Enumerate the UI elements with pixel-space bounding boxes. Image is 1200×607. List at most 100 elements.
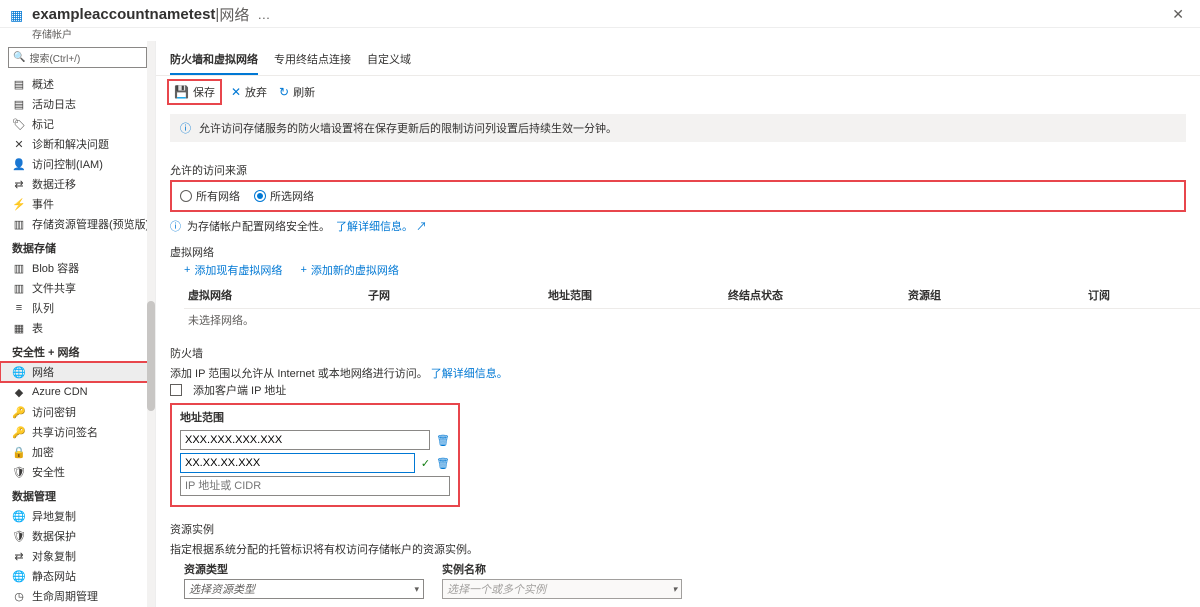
chevron-down-icon: ▾ [672,584,677,595]
sidebar-item-containers[interactable]: ▥Blob 容器 [0,258,155,278]
sidebar-item-geo-replication[interactable]: 🌐异地复制 [0,506,155,526]
access-group-highlight: 所有网络 所选网络 [170,180,1186,212]
sidebar-search[interactable]: 🔍 搜索(Ctrl+/) [8,47,147,68]
sidebar-item-lifecycle[interactable]: ◷生命周期管理 [0,586,155,606]
ip-row-1: 🗑 [180,430,450,450]
sidebar-item-storage-explorer[interactable]: ▥存储资源管理器(预览版) [0,214,155,234]
chevron-down-icon: ▾ [414,584,419,595]
radio-all-networks[interactable]: 所有网络 [180,188,240,204]
overview-icon: ▤ [12,78,26,91]
col-endpoint: 终结点状态 [724,284,904,309]
activity-log-icon: ▤ [12,98,26,111]
ip-range-highlight: 地址范围 🗑 ✓ 🗑 [170,403,460,507]
ip-input-1[interactable] [180,430,430,450]
sidebar-item-sas[interactable]: 🔑共享访问签名 [0,422,155,442]
vnet-table: 虚拟网络 子网 地址范围 终结点状态 资源组 订阅 未选择网络。 [184,284,1200,331]
ri-title: 资源实例 [156,515,1200,537]
sidebar-item-activity-log[interactable]: ▤活动日志 [0,94,155,114]
page-name: 网络 [219,4,249,25]
more-button[interactable]: … [257,7,270,22]
toolbar: 💾 保存 ✕ 放弃 ↻ 刷新 [156,76,1200,104]
access-title: 允许的访问来源 [170,162,1186,178]
resource-type-select[interactable]: 选择资源类型 ▾ [184,579,424,599]
ri-col-type: 资源类型 [184,561,424,579]
radio-off-icon [180,190,192,202]
info-icon: ⓘ [180,120,191,136]
security-tip: ⓘ 为存储帐户配置网络安全性。 了解详细信息。 ↗ [156,214,1200,238]
ip-row-2: ✓ 🗑 [180,453,450,473]
sidebar: 🔍 搜索(Ctrl+/) ▤概述 ▤活动日志 🏷标记 ✕诊断和解决问题 👤访问控… [0,41,156,607]
save-button[interactable]: 💾 保存 [170,82,219,102]
queues-icon: ≡ [12,302,26,314]
sidebar-item-migration[interactable]: ⇄数据迁移 [0,174,155,194]
tab-firewall-vnet[interactable]: 防火墙和虚拟网络 [170,47,258,75]
info-text: 允许访问存储服务的防火墙设置将在保存更新后的限制访问列设置后持续生效一分钟。 [199,120,617,136]
sidebar-item-encryption[interactable]: 🔒加密 [0,442,155,462]
vnet-title: 虚拟网络 [156,238,1200,260]
save-icon: 💾 [174,85,189,99]
resource-type: 存储帐户 [0,26,1200,41]
check-icon: ✓ [421,457,430,470]
sidebar-item-networking[interactable]: 🌐网络 [0,362,155,382]
info-icon: ⓘ [170,218,181,234]
blade-header: ▦ exampleaccountnametest | 网络 … ✕ [0,0,1200,28]
instance-name-select[interactable]: 选择一个或多个实例 ▾ [442,579,682,599]
refresh-icon: ↻ [279,85,289,99]
cdn-icon: ◆ [12,386,26,399]
ri-desc: 指定根据系统分配的托管标识将有权访问存储帐户的资源实例。 [156,541,1200,557]
sidebar-item-iam[interactable]: 👤访问控制(IAM) [0,154,155,174]
delete-icon[interactable]: 🗑 [436,434,450,447]
col-vnet: 虚拟网络 [184,284,364,309]
tab-private-endpoints[interactable]: 专用终结点连接 [274,47,351,75]
containers-icon: ▥ [12,262,26,275]
storage-account-icon: ▦ [10,7,26,23]
ip-input-new[interactable] [180,476,450,496]
sidebar-item-data-protection[interactable]: 🛡数据保护 [0,526,155,546]
access-keys-icon: 🔑 [12,406,26,419]
group-data-mgmt: 数据管理 [0,482,155,506]
tab-custom-domain[interactable]: 自定义域 [367,47,411,75]
learn-more-link[interactable]: 了解详细信息。 ↗ [336,218,427,234]
search-placeholder: 搜索(Ctrl+/) [29,50,80,65]
sidebar-item-cdn[interactable]: ◆Azure CDN [0,382,155,402]
add-existing-vnet[interactable]: +添加现有虚拟网络 [184,262,282,278]
tabs: 防火墙和虚拟网络 专用终结点连接 自定义域 [156,41,1200,76]
search-icon: 🔍 [13,52,25,63]
col-rg: 资源组 [904,284,1084,309]
geo-icon: 🌐 [12,510,26,523]
sidebar-item-file-shares[interactable]: ▥文件共享 [0,278,155,298]
ip-input-2[interactable] [180,453,415,473]
fw-desc: 添加 IP 范围以允许从 Internet 或本地网络进行访问。 了解详细信息。 [156,365,1200,381]
sidebar-item-overview[interactable]: ▤概述 [0,74,155,94]
add-new-vnet[interactable]: +添加新的虚拟网络 [300,262,398,278]
ri-col-name: 实例名称 [442,561,682,579]
fw-learn-more[interactable]: 了解详细信息。 [431,368,508,380]
sidebar-item-tables[interactable]: ▦表 [0,318,155,338]
ip-row-3 [180,476,450,496]
add-client-ip-row[interactable]: 添加客户端 IP 地址 [156,381,1200,399]
lifecycle-icon: ◷ [12,590,26,603]
delete-icon[interactable]: 🗑 [436,457,450,470]
diagnose-icon: ✕ [12,138,26,151]
sidebar-item-security[interactable]: 🛡安全性 [0,462,155,482]
sidebar-item-queues[interactable]: ≡队列 [0,298,155,318]
sidebar-item-object-replication[interactable]: ⇄对象复制 [0,546,155,566]
data-protection-icon: 🛡 [12,530,26,543]
explorer-icon: ▥ [12,218,26,231]
discard-button[interactable]: ✕ 放弃 [231,84,267,100]
sidebar-item-events[interactable]: ⚡事件 [0,194,155,214]
vnet-empty: 未选择网络。 [184,309,1200,332]
close-button[interactable]: ✕ [1166,4,1190,25]
sidebar-item-static-website[interactable]: 🌐静态网站 [0,566,155,586]
sidebar-scrollbar-thumb[interactable] [147,301,155,411]
sidebar-item-tags[interactable]: 🏷标记 [0,114,155,134]
migration-icon: ⇄ [12,178,26,191]
sidebar-scrollbar-track [147,41,155,607]
refresh-button[interactable]: ↻ 刷新 [279,84,315,100]
col-subnet: 子网 [364,284,544,309]
ip-range-label: 地址范围 [180,409,450,427]
sidebar-item-diagnose[interactable]: ✕诊断和解决问题 [0,134,155,154]
radio-on-icon [254,190,266,202]
sidebar-item-access-keys[interactable]: 🔑访问密钥 [0,402,155,422]
radio-selected-networks[interactable]: 所选网络 [254,188,314,204]
